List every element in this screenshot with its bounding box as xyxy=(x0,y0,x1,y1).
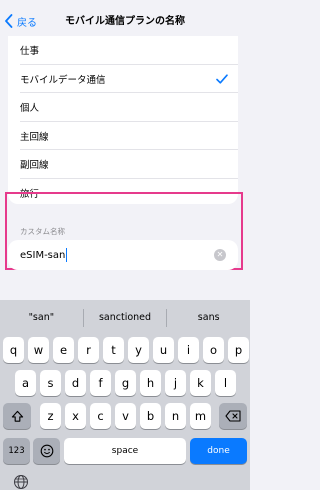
key-v[interactable]: v xyxy=(115,403,136,429)
key-q[interactable]: q xyxy=(3,337,24,363)
key-z[interactable]: z xyxy=(40,403,61,429)
option-secondary-line[interactable]: 副回線 xyxy=(8,150,238,179)
key-y[interactable]: y xyxy=(128,337,149,363)
key-i[interactable]: i xyxy=(178,337,199,363)
key-a[interactable]: a xyxy=(15,370,36,396)
key-g[interactable]: g xyxy=(115,370,136,396)
globe-icon[interactable] xyxy=(13,474,29,490)
key-n[interactable]: n xyxy=(165,403,186,429)
custom-name-field[interactable]: eSIM-san ✕ xyxy=(8,240,238,270)
custom-name-value: eSIM-san xyxy=(20,249,66,261)
option-label: 副回線 xyxy=(20,160,49,172)
option-label: モバイルデータ通信 xyxy=(20,74,106,86)
plan-name-options: 仕事 モバイルデータ通信 個人 主回線 副回線 旅行 xyxy=(8,36,238,204)
custom-name-label: カスタム名称 xyxy=(20,227,65,236)
key-w[interactable]: w xyxy=(28,337,49,363)
done-key[interactable]: done xyxy=(190,438,247,464)
suggestion-sans[interactable]: sans xyxy=(167,300,250,336)
key-k[interactable]: k xyxy=(190,370,211,396)
option-label: 主回線 xyxy=(20,131,49,143)
key-r[interactable]: r xyxy=(78,337,99,363)
key-j[interactable]: j xyxy=(165,370,186,396)
option-mobile-data[interactable]: モバイルデータ通信 xyxy=(8,65,238,93)
key-p[interactable]: p xyxy=(228,337,249,363)
option-work[interactable]: 仕事 xyxy=(8,36,238,65)
clear-text-button[interactable]: ✕ xyxy=(214,249,226,261)
suggestion-bar: "san" sanctioned sans xyxy=(0,300,250,336)
emoji-key[interactable] xyxy=(33,438,60,464)
space-key[interactable]: space xyxy=(64,438,186,464)
key-f[interactable]: f xyxy=(90,370,111,396)
numbers-key[interactable]: 123 xyxy=(3,438,30,464)
key-t[interactable]: t xyxy=(103,337,124,363)
suggestion-sanctioned[interactable]: sanctioned xyxy=(84,300,167,336)
backspace-key[interactable] xyxy=(219,403,247,429)
navigation-bar: 戻る モバイル通信プランの名称 xyxy=(0,0,250,40)
custom-name-text-wrap: eSIM-san xyxy=(20,248,68,262)
option-personal[interactable]: 個人 xyxy=(8,93,238,122)
key-h[interactable]: h xyxy=(140,370,161,396)
key-u[interactable]: u xyxy=(153,337,174,363)
backspace-icon xyxy=(225,410,241,422)
shift-icon xyxy=(11,410,23,422)
option-primary-line[interactable]: 主回線 xyxy=(8,122,238,150)
emoji-icon xyxy=(40,444,53,458)
page-title: モバイル通信プランの名称 xyxy=(65,16,185,27)
key-d[interactable]: d xyxy=(65,370,86,396)
close-icon: ✕ xyxy=(216,250,224,259)
key-e[interactable]: e xyxy=(53,337,74,363)
suggestion-quoted[interactable]: "san" xyxy=(0,300,83,336)
key-b[interactable]: b xyxy=(140,403,161,429)
option-label: 仕事 xyxy=(20,46,40,58)
shift-key[interactable] xyxy=(3,403,31,429)
key-x[interactable]: x xyxy=(65,403,86,429)
option-label: 個人 xyxy=(20,103,40,115)
key-m[interactable]: m xyxy=(190,403,211,429)
key-s[interactable]: s xyxy=(40,370,61,396)
key-c[interactable]: c xyxy=(90,403,111,429)
text-cursor xyxy=(66,248,68,262)
key-o[interactable]: o xyxy=(203,337,224,363)
key-l[interactable]: l xyxy=(215,370,236,396)
checkmark-icon xyxy=(216,73,228,84)
